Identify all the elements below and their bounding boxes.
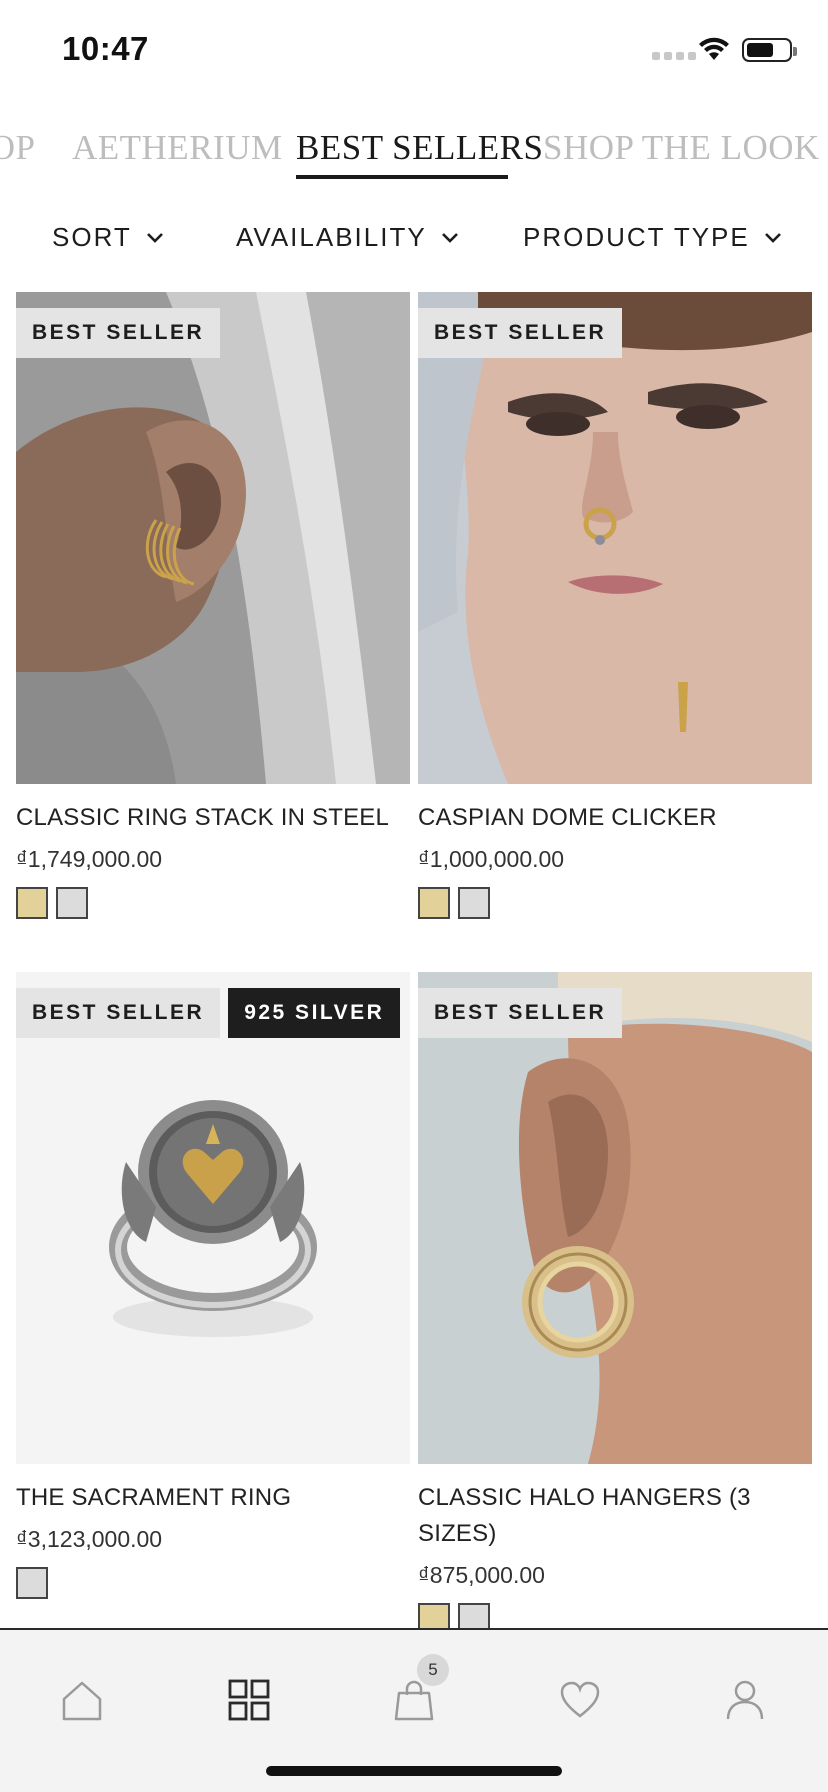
gold-swatch[interactable] <box>16 887 48 919</box>
user-icon <box>726 1680 764 1720</box>
tab-shop[interactable]: SHOP <box>0 128 35 168</box>
tab-cart[interactable]: 5 <box>384 1654 449 1730</box>
product-title[interactable]: THE SACRAMENT RING <box>16 1480 410 1516</box>
color-swatches <box>418 887 812 919</box>
product-title[interactable]: CLASSIC HALO HANGERS (3 SIZES) <box>418 1480 812 1552</box>
chevron-down-icon <box>441 232 458 243</box>
product-price: ₫875,000.00 <box>418 1562 545 1588</box>
availability-button[interactable]: AVAILABILITY <box>236 222 459 253</box>
cart-count-badge: 5 <box>417 1654 449 1686</box>
product-card[interactable]: BEST SELLER CASPIAN DOME CLICKER ₫1,000,… <box>418 292 812 919</box>
product-photo <box>16 972 410 1464</box>
color-swatches <box>16 887 410 919</box>
silver-swatch[interactable] <box>458 887 490 919</box>
chevron-down-icon <box>764 232 781 243</box>
silver-swatch[interactable] <box>16 1567 48 1599</box>
product-type-label: PRODUCT TYPE <box>523 222 750 252</box>
best-seller-badge: BEST SELLER <box>16 988 221 1038</box>
badges: BEST SELLER <box>418 308 623 358</box>
product-title[interactable]: CASPIAN DOME CLICKER <box>418 800 812 836</box>
product-card[interactable]: BEST SELLER CLASSIC RING STACK IN STEEL … <box>16 292 410 919</box>
home-icon <box>62 1681 102 1721</box>
sort-button[interactable]: SORT <box>52 222 164 253</box>
best-seller-badge: BEST SELLER <box>16 308 221 358</box>
wifi-icon <box>699 37 729 60</box>
badges: BEST SELLER 925 SILVER <box>16 988 401 1038</box>
category-tabs: SHOP AETHERIUM BEST SELLERS SHOP THE LOO… <box>0 120 828 182</box>
gold-swatch[interactable] <box>418 887 450 919</box>
badges: BEST SELLER <box>16 308 221 358</box>
tab-shop-the-look[interactable]: SHOP THE LOOK <box>543 128 820 168</box>
tab-aetherium[interactable]: AETHERIUM <box>72 128 283 168</box>
product-image-earring[interactable]: BEST SELLER <box>16 292 410 784</box>
status-bar: 10:47 <box>0 0 828 100</box>
tab-best-sellers[interactable]: BEST SELLERS <box>296 128 543 168</box>
product-image-hoop[interactable]: BEST SELLER <box>418 972 812 1464</box>
sort-label: SORT <box>52 222 132 252</box>
tab-collections[interactable] <box>219 1670 279 1730</box>
product-photo <box>418 292 812 784</box>
product-photo <box>16 292 410 784</box>
heart-icon <box>560 1681 600 1718</box>
product-price: ₫3,123,000.00 <box>16 1526 163 1552</box>
home-indicator <box>266 1766 562 1776</box>
chevron-down-icon <box>146 232 163 243</box>
tab-wishlist[interactable] <box>550 1670 610 1730</box>
availability-label: AVAILABILITY <box>236 222 427 252</box>
product-price: ₫1,000,000.00 <box>418 846 565 872</box>
silver-swatch[interactable] <box>56 887 88 919</box>
product-title[interactable]: CLASSIC RING STACK IN STEEL <box>16 800 410 836</box>
color-swatches <box>16 1567 410 1599</box>
product-card[interactable]: BEST SELLER 925 SILVER THE SACRAMENT RIN… <box>16 972 410 1599</box>
product-card[interactable]: BEST SELLER CLASSIC HALO HANGERS (3 SIZE… <box>418 972 812 1635</box>
filter-bar: SORT AVAILABILITY PRODUCT TYPE <box>0 222 828 262</box>
product-image-ring[interactable]: BEST SELLER 925 SILVER <box>16 972 410 1464</box>
product-price: ₫1,749,000.00 <box>16 846 163 872</box>
status-time: 10:47 <box>62 30 149 67</box>
silver-925-badge: 925 SILVER <box>228 988 401 1038</box>
tab-home[interactable] <box>52 1670 112 1730</box>
badges: BEST SELLER <box>418 988 623 1038</box>
battery-icon <box>742 38 797 62</box>
cellular-signal-icon <box>652 52 696 60</box>
product-image-clicker[interactable]: BEST SELLER <box>418 292 812 784</box>
product-photo <box>418 972 812 1464</box>
grid-icon <box>228 1679 270 1721</box>
best-seller-badge: BEST SELLER <box>418 988 623 1038</box>
active-tab-underline <box>296 175 508 179</box>
best-seller-badge: BEST SELLER <box>418 308 623 358</box>
tab-account[interactable] <box>715 1670 775 1730</box>
product-type-button[interactable]: PRODUCT TYPE <box>523 222 782 253</box>
